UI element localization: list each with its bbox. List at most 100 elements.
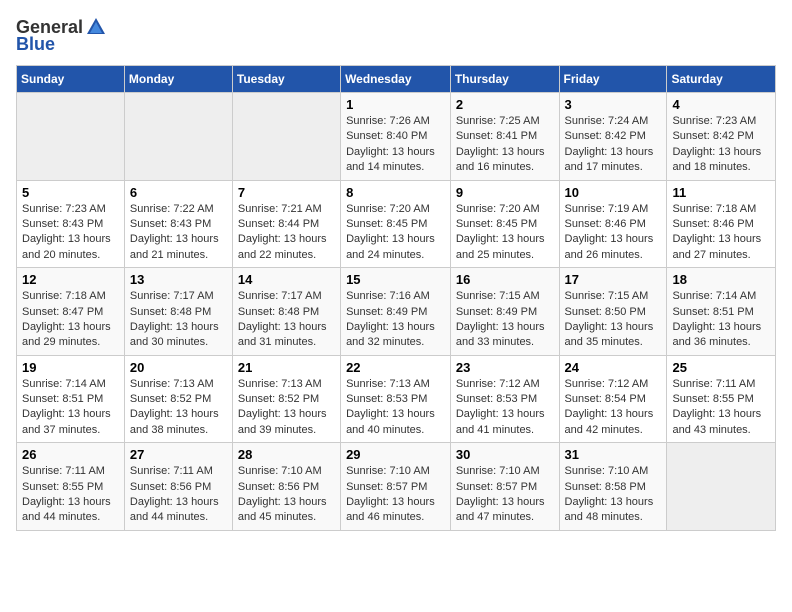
day-number: 25 (672, 360, 770, 375)
day-info: Sunrise: 7:21 AMSunset: 8:44 PMDaylight:… (238, 202, 335, 264)
calendar-week-1: 1Sunrise: 7:26 AMSunset: 8:40 PMDaylight… (17, 93, 776, 181)
day-info: Sunrise: 7:18 AMSunset: 8:47 PMDaylight:… (22, 289, 119, 351)
col-header-sunday: Sunday (17, 66, 125, 93)
day-info: Sunrise: 7:13 AMSunset: 8:52 PMDaylight:… (130, 377, 227, 439)
calendar-cell: 26 Sunrise: 7:11 AMSunset: 8:55 PMDayligh… (17, 443, 125, 531)
calendar-cell: 27Sunrise: 7:11 AMSunset: 8:56 PMDayligh… (124, 443, 232, 531)
day-info: Sunrise: 7:23 AMSunset: 8:43 PMDaylight:… (22, 202, 119, 264)
day-number: 30 (456, 447, 554, 462)
calendar-cell: 20 Sunrise: 7:13 AMSunset: 8:52 PMDayligh… (124, 355, 232, 443)
calendar-cell: 22 Sunrise: 7:13 AMSunset: 8:53 PMDayligh… (341, 355, 451, 443)
day-number: 23 (456, 360, 554, 375)
calendar-cell: 23 Sunrise: 7:12 AMSunset: 8:53 PMDayligh… (450, 355, 559, 443)
calendar-cell: 5 Sunrise: 7:23 AMSunset: 8:43 PMDaylight… (17, 180, 125, 268)
logo: General Blue (16, 16, 107, 55)
day-number: 2 (456, 97, 554, 112)
calendar-cell: 3Sunrise: 7:24 AMSunset: 8:42 PMDaylight… (559, 93, 667, 181)
calendar-cell: 15Sunrise: 7:16 AMSunset: 8:49 PMDayligh… (341, 268, 451, 356)
day-number: 1 (346, 97, 445, 112)
day-info: Sunrise: 7:10 AMSunset: 8:57 PMDaylight:… (456, 464, 554, 526)
calendar-cell: 17 Sunrise: 7:15 AMSunset: 8:50 PMDayligh… (559, 268, 667, 356)
col-header-tuesday: Tuesday (232, 66, 340, 93)
calendar-cell-empty (232, 93, 340, 181)
day-number: 22 (346, 360, 445, 375)
day-info: Sunrise: 7:13 AMSunset: 8:53 PMDaylight:… (346, 377, 445, 439)
day-number: 11 (672, 185, 770, 200)
day-number: 9 (456, 185, 554, 200)
day-info: Sunrise: 7:24 AMSunset: 8:42 PMDaylight:… (565, 114, 662, 176)
day-info: Sunrise: 7:19 AMSunset: 8:46 PMDaylight:… (565, 202, 662, 264)
calendar-cell: 4 Sunrise: 7:23 AMSunset: 8:42 PMDaylight… (667, 93, 776, 181)
day-number: 17 (565, 272, 662, 287)
day-number: 14 (238, 272, 335, 287)
calendar-cell-empty (124, 93, 232, 181)
col-header-wednesday: Wednesday (341, 66, 451, 93)
day-info: Sunrise: 7:22 AMSunset: 8:43 PMDaylight:… (130, 202, 227, 264)
day-info: Sunrise: 7:15 AMSunset: 8:50 PMDaylight:… (565, 289, 662, 351)
calendar-week-2: 5 Sunrise: 7:23 AMSunset: 8:43 PMDaylight… (17, 180, 776, 268)
calendar-cell-empty (667, 443, 776, 531)
day-number: 16 (456, 272, 554, 287)
day-info: Sunrise: 7:12 AMSunset: 8:53 PMDaylight:… (456, 377, 554, 439)
col-header-thursday: Thursday (450, 66, 559, 93)
calendar-cell: 16 Sunrise: 7:15 AMSunset: 8:49 PMDayligh… (450, 268, 559, 356)
day-number: 28 (238, 447, 335, 462)
calendar-cell: 18 Sunrise: 7:14 AMSunset: 8:51 PMDayligh… (667, 268, 776, 356)
day-number: 18 (672, 272, 770, 287)
day-number: 5 (22, 185, 119, 200)
day-info: Sunrise: 7:10 AMSunset: 8:58 PMDaylight:… (565, 464, 662, 526)
day-info: Sunrise: 7:11 AMSunset: 8:55 PMDaylight:… (672, 377, 770, 439)
day-info: Sunrise: 7:10 AMSunset: 8:57 PMDaylight:… (346, 464, 445, 526)
day-info: Sunrise: 7:11 AMSunset: 8:55 PMDaylight:… (22, 464, 119, 526)
day-info: Sunrise: 7:14 AMSunset: 8:51 PMDaylight:… (22, 377, 119, 439)
day-number: 7 (238, 185, 335, 200)
calendar-cell: 19Sunrise: 7:14 AMSunset: 8:51 PMDayligh… (17, 355, 125, 443)
calendar-cell: 31 Sunrise: 7:10 AMSunset: 8:58 PMDayligh… (559, 443, 667, 531)
calendar-cell: 1Sunrise: 7:26 AMSunset: 8:40 PMDaylight… (341, 93, 451, 181)
day-info: Sunrise: 7:17 AMSunset: 8:48 PMDaylight:… (130, 289, 227, 351)
day-info: Sunrise: 7:13 AMSunset: 8:52 PMDaylight:… (238, 377, 335, 439)
calendar-cell: 30 Sunrise: 7:10 AMSunset: 8:57 PMDayligh… (450, 443, 559, 531)
day-info: Sunrise: 7:20 AMSunset: 8:45 PMDaylight:… (346, 202, 445, 264)
day-number: 8 (346, 185, 445, 200)
day-info: Sunrise: 7:17 AMSunset: 8:48 PMDaylight:… (238, 289, 335, 351)
day-number: 20 (130, 360, 227, 375)
day-number: 10 (565, 185, 662, 200)
day-number: 6 (130, 185, 227, 200)
calendar-cell: 10 Sunrise: 7:19 AMSunset: 8:46 PMDayligh… (559, 180, 667, 268)
calendar-cell: 25 Sunrise: 7:11 AMSunset: 8:55 PMDayligh… (667, 355, 776, 443)
day-info: Sunrise: 7:23 AMSunset: 8:42 PMDaylight:… (672, 114, 770, 176)
day-info: Sunrise: 7:10 AMSunset: 8:56 PMDaylight:… (238, 464, 335, 526)
day-number: 13 (130, 272, 227, 287)
day-info: Sunrise: 7:12 AMSunset: 8:54 PMDaylight:… (565, 377, 662, 439)
day-info: Sunrise: 7:20 AMSunset: 8:45 PMDaylight:… (456, 202, 554, 264)
calendar-cell: 6 Sunrise: 7:22 AMSunset: 8:43 PMDaylight… (124, 180, 232, 268)
calendar-cell: 9 Sunrise: 7:20 AMSunset: 8:45 PMDaylight… (450, 180, 559, 268)
calendar-cell: 8 Sunrise: 7:20 AMSunset: 8:45 PMDaylight… (341, 180, 451, 268)
calendar-cell: 7 Sunrise: 7:21 AMSunset: 8:44 PMDaylight… (232, 180, 340, 268)
day-number: 4 (672, 97, 770, 112)
calendar-cell: 13 Sunrise: 7:17 AMSunset: 8:48 PMDayligh… (124, 268, 232, 356)
day-number: 21 (238, 360, 335, 375)
day-number: 26 (22, 447, 119, 462)
logo-blue-text: Blue (16, 34, 55, 55)
calendar-cell: 29 Sunrise: 7:10 AMSunset: 8:57 PMDayligh… (341, 443, 451, 531)
calendar-week-4: 19Sunrise: 7:14 AMSunset: 8:51 PMDayligh… (17, 355, 776, 443)
day-info: Sunrise: 7:15 AMSunset: 8:49 PMDaylight:… (456, 289, 554, 351)
calendar-cell: 21 Sunrise: 7:13 AMSunset: 8:52 PMDayligh… (232, 355, 340, 443)
calendar-cell: 14 Sunrise: 7:17 AMSunset: 8:48 PMDayligh… (232, 268, 340, 356)
day-info: Sunrise: 7:14 AMSunset: 8:51 PMDaylight:… (672, 289, 770, 351)
page-header: General Blue (16, 16, 776, 55)
col-header-friday: Friday (559, 66, 667, 93)
day-number: 15 (346, 272, 445, 287)
calendar-week-3: 12Sunrise: 7:18 AMSunset: 8:47 PMDayligh… (17, 268, 776, 356)
calendar-cell: 11Sunrise: 7:18 AMSunset: 8:46 PMDayligh… (667, 180, 776, 268)
day-number: 31 (565, 447, 662, 462)
day-number: 24 (565, 360, 662, 375)
day-number: 29 (346, 447, 445, 462)
calendar-week-5: 26 Sunrise: 7:11 AMSunset: 8:55 PMDayligh… (17, 443, 776, 531)
col-header-saturday: Saturday (667, 66, 776, 93)
day-info: Sunrise: 7:25 AMSunset: 8:41 PMDaylight:… (456, 114, 554, 176)
calendar-table: SundayMondayTuesdayWednesdayThursdayFrid… (16, 65, 776, 531)
day-number: 27 (130, 447, 227, 462)
